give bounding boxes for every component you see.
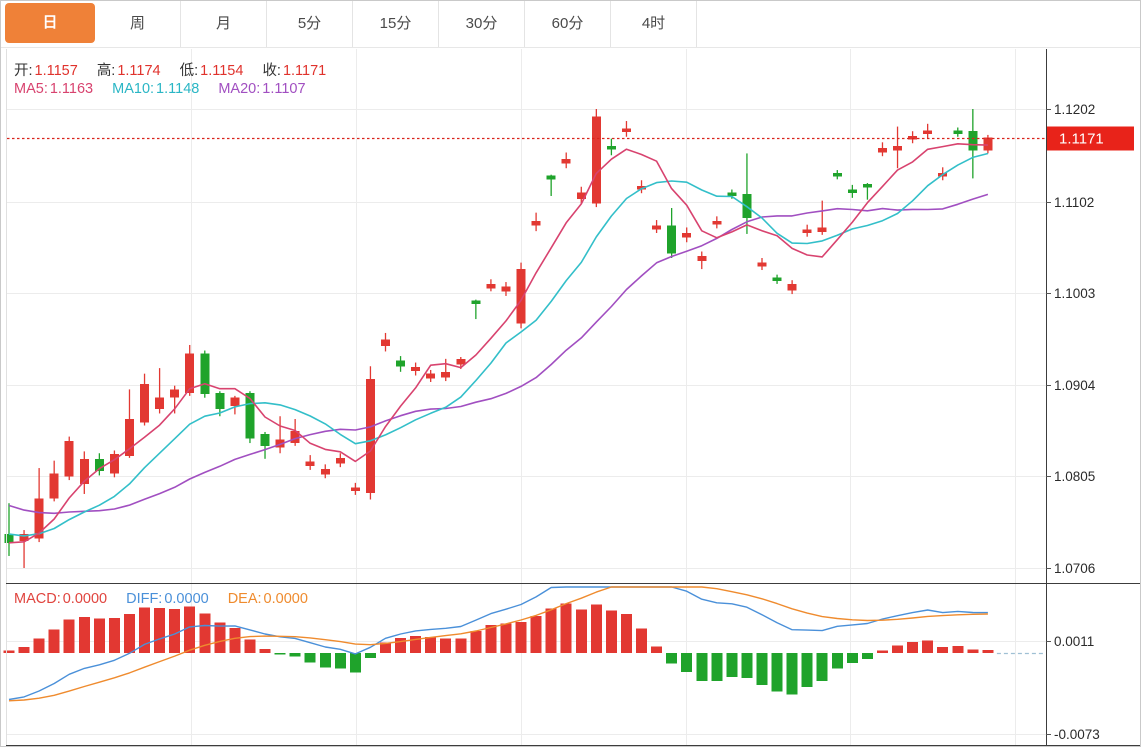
macd-item: DIFF: 0.0000 [126, 591, 209, 607]
ma-item: MA10: 1.1148 [112, 81, 199, 97]
quote-label: 高: [96, 63, 116, 79]
macd-axis-tick-label: 0.0011 [1054, 634, 1094, 649]
macd-label: DEA: [227, 591, 262, 607]
candles-layer [4, 109, 993, 568]
ma-value: 1.1163 [49, 81, 94, 97]
ma-value: 1.1148 [156, 81, 200, 97]
ma-label: MA20: [218, 81, 261, 97]
quote-item: 开: 1.1157 [14, 63, 78, 79]
macd-label: DIFF: [126, 591, 163, 607]
ma-item: MA5: 1.1163 [14, 81, 93, 97]
candlestick-chart-svg[interactable]: 1.1202 1.1102 1.1003 1.0904 1.0805 1.0706 0.00… [1, 1, 1141, 747]
price-axis-tick-label: 1.1202 [1054, 102, 1095, 117]
macd-item: MACD: 0.0000 [14, 591, 107, 607]
ohlc-readout: 开: 1.1157 高: 1.1174 低: 1.1154 收: 1.1171 [14, 59, 345, 80]
quote-value: 1.1174 [117, 63, 161, 79]
macd-axis-tick-label: -0.0073 [1054, 727, 1100, 742]
ma-item: MA20: 1.1107 [218, 81, 305, 97]
ma-label: MA10: [112, 81, 155, 97]
quote-item: 高: 1.1174 [97, 63, 161, 79]
quote-item: 收: 1.1171 [262, 63, 326, 79]
macd-legend: MACD: 0.0000 DIFF: 0.0000 DEA: 0.0000 [14, 591, 327, 607]
price-axis-tick-label: 1.0904 [1054, 378, 1096, 393]
ma5-line [8, 143, 988, 544]
price-axis-tick-label: 1.0805 [1054, 469, 1095, 484]
price-axis-tick-label: 1.1102 [1054, 195, 1094, 210]
macd-histogram [3, 603, 994, 695]
trading-chart-window: 日周月 5分 15分 30分 60分 4时 1.1202 1.1102 1.1003 1.090… [0, 0, 1141, 747]
price-axis-tick-label: 1.0706 [1054, 561, 1095, 576]
macd-label: MACD: [14, 591, 61, 607]
last-price-badge-text: 1.1171 [1059, 131, 1104, 148]
quote-label: 低: [179, 63, 199, 79]
macd-value: 0.0000 [62, 591, 108, 607]
macd-value: 0.0000 [263, 591, 308, 607]
ma10-line [8, 152, 989, 537]
ma-label: MA5: [14, 81, 48, 97]
ma-value: 1.1107 [262, 81, 306, 97]
price-axis-tick-label: 1.1003 [1054, 286, 1095, 301]
quote-value: 1.1154 [200, 63, 244, 79]
quote-value: 1.1157 [34, 63, 78, 79]
quote-item: 低: 1.1154 [180, 63, 244, 79]
quote-value: 1.1171 [282, 63, 327, 79]
ma-legend: MA5: 1.1163 MA10: 1.1148 MA20: 1.1107 [14, 81, 325, 97]
macd-value: 0.0000 [164, 591, 209, 607]
quote-label: 开: [14, 63, 33, 79]
macd-item: DEA: 0.0000 [228, 591, 308, 607]
quote-label: 收: [262, 63, 281, 79]
